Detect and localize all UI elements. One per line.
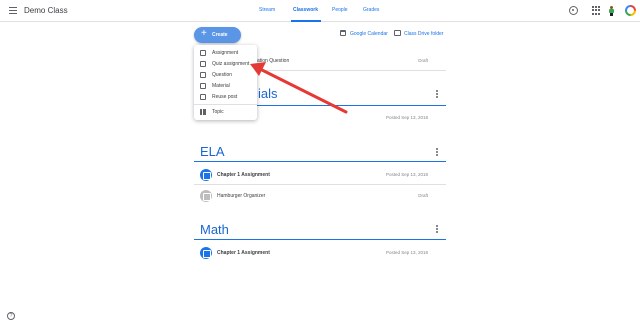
help-icon[interactable]: ? xyxy=(7,312,15,320)
row-title: ation Question xyxy=(257,58,290,64)
menu-item-label: Material xyxy=(212,83,230,89)
assignment-icon xyxy=(200,190,212,202)
settings-icon[interactable] xyxy=(569,6,578,15)
create-button-label: Create xyxy=(212,32,228,38)
list-item[interactable]: Hamburger Organizer Draft xyxy=(194,186,446,206)
tab-people[interactable]: People xyxy=(332,7,348,13)
question-icon xyxy=(200,72,206,78)
apps-icon[interactable] xyxy=(592,6,601,15)
menu-item-quiz-assignment[interactable]: Quiz assignment xyxy=(194,59,257,69)
assignment-icon xyxy=(200,169,212,181)
row-status: Posted Sep 13, 2018 xyxy=(385,115,428,120)
menu-item-topic[interactable]: Topic xyxy=(194,107,257,117)
section-title-math[interactable]: Math xyxy=(200,222,229,237)
tab-classwork[interactable]: Classwork xyxy=(293,7,318,13)
quiz-icon xyxy=(200,61,206,67)
google-calendar-link[interactable]: Google Calendar xyxy=(350,31,388,37)
section-title-ela[interactable]: ELA xyxy=(200,144,225,159)
row-title: Hamburger Organizer xyxy=(217,193,266,199)
menu-item-label: Topic xyxy=(212,109,224,115)
plus-icon: + xyxy=(201,28,207,39)
tab-stream[interactable]: Stream xyxy=(259,7,275,13)
menu-item-label: Question xyxy=(212,72,233,78)
reuse-icon xyxy=(200,94,206,100)
person-icon[interactable] xyxy=(608,6,615,16)
topic-icon xyxy=(200,109,206,115)
app-title[interactable]: Demo Class xyxy=(24,6,68,15)
row-status: Draft xyxy=(418,58,428,63)
annotation-arrow xyxy=(250,62,348,114)
assignment-icon xyxy=(200,50,206,56)
more-options-icon[interactable] xyxy=(436,225,438,233)
menu-item-assignment[interactable]: Assignment xyxy=(194,48,257,58)
calendar-icon[interactable] xyxy=(340,30,346,36)
list-item[interactable]: Chapter 1 Assignment Posted Sep 13, 2018 xyxy=(194,243,446,263)
menu-divider xyxy=(194,104,257,105)
assignment-icon xyxy=(200,247,212,259)
section-title[interactable]: ials xyxy=(258,86,278,101)
create-button[interactable]: + Create xyxy=(194,27,241,43)
more-options-icon[interactable] xyxy=(436,148,438,156)
menu-item-question[interactable]: Question xyxy=(194,70,257,80)
row-title: Chapter 1 Assignment xyxy=(217,250,270,256)
row-status: Posted Sep 13, 2018 xyxy=(385,172,428,177)
menu-item-label: Assignment xyxy=(212,50,239,56)
menu-item-reuse-post[interactable]: Reuse post xyxy=(194,92,257,102)
section-divider xyxy=(194,161,446,162)
menu-item-label: Quiz assignment xyxy=(212,61,250,67)
folder-icon[interactable] xyxy=(394,30,401,36)
menu-item-label: Reuse post xyxy=(212,94,238,100)
material-icon xyxy=(200,83,206,89)
top-app-bar: Demo Class Stream Classwork People Grade… xyxy=(0,0,640,22)
active-tab-indicator xyxy=(291,20,321,22)
menu-item-material[interactable]: Material xyxy=(194,81,257,91)
class-drive-folder-link[interactable]: Class Drive folder xyxy=(404,31,443,37)
section-divider xyxy=(194,239,446,240)
avatar[interactable] xyxy=(625,5,636,16)
row-status: Posted Sep 13, 2018 xyxy=(385,250,428,255)
more-options-icon[interactable] xyxy=(436,90,438,98)
tab-grades[interactable]: Grades xyxy=(363,7,379,13)
list-item[interactable]: Chapter 1 Assignment Posted Sep 13, 2018 xyxy=(194,165,446,185)
create-menu: Assignment Quiz assignment Question Mate… xyxy=(194,45,257,120)
row-title: Chapter 1 Assignment xyxy=(217,172,270,178)
menu-icon[interactable] xyxy=(9,7,17,14)
row-status: Draft xyxy=(418,193,428,198)
